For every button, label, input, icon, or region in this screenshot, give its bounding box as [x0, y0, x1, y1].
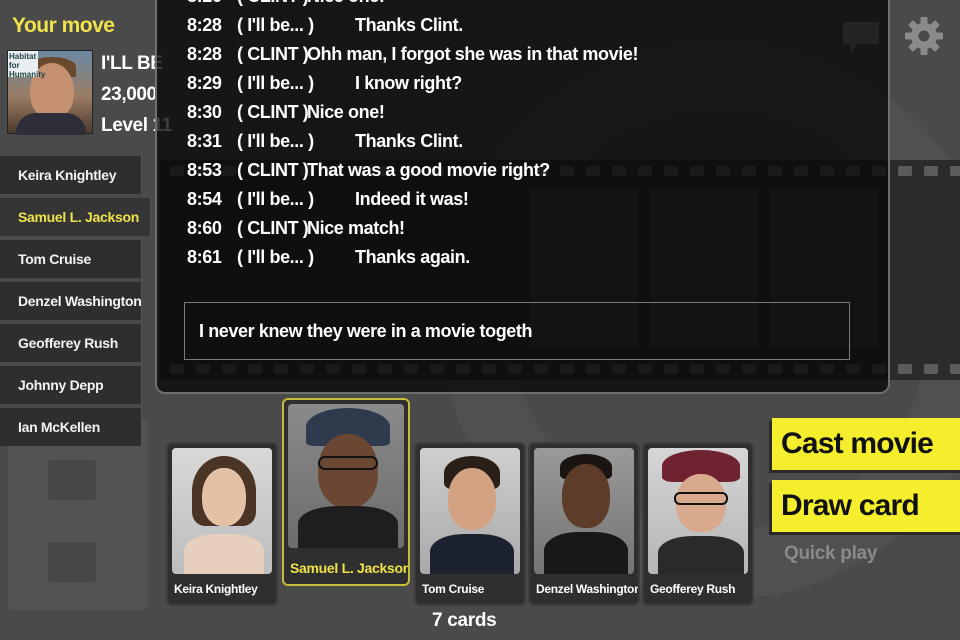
- chat-message-time: 8:31: [187, 131, 222, 151]
- chat-message-time: 8:61: [187, 247, 222, 267]
- chat-message-time: 8:53: [187, 160, 222, 180]
- chat-message: 8:61 ( I'll be... ) Thanks again.: [187, 244, 470, 270]
- chat-message-time: 8:54: [187, 189, 222, 209]
- chat-message-text: Ohh man, I forgot she was in that movie!: [307, 44, 639, 64]
- chat-message-time: 8:26: [187, 0, 237, 9]
- chat-message-time: 8:30: [187, 102, 222, 122]
- cast-list-item[interactable]: Geofferey Rush: [0, 324, 142, 362]
- chat-message-time: 8:60: [187, 218, 222, 238]
- gear-icon[interactable]: [904, 16, 944, 56]
- chat-message-text: Thanks Clint.: [355, 131, 463, 151]
- chat-message-sender: ( I'll be... ): [237, 189, 314, 209]
- chat-message-text: Nice match!: [307, 218, 405, 238]
- cast-list: Keira Knightley Samuel L. Jackson Tom Cr…: [0, 156, 152, 450]
- actor-card-selected[interactable]: Samuel L. Jackson: [282, 398, 410, 586]
- actor-card-label: Keira Knightley: [174, 582, 258, 596]
- chat-message: 8:54 ( I'll be... ) Indeed it was!: [187, 186, 469, 212]
- cast-list-item[interactable]: Ian McKellen: [0, 408, 142, 446]
- chat-message: 8:28 ( CLINT )Ohh man, I forgot she was i…: [187, 41, 638, 67]
- chat-message-text: Thanks again.: [355, 247, 470, 267]
- chat-message-sender: ( I'll be... ): [237, 131, 314, 151]
- chat-message-text: Nice one!: [307, 102, 385, 122]
- film-hole: [950, 364, 960, 374]
- chat-message: 8:53 ( CLINT )That was a good movie right…: [187, 157, 550, 183]
- chat-message-sender: ( I'll be... ): [237, 15, 314, 35]
- chat-message: 8:31 ( I'll be... ) Thanks Clint.: [187, 128, 463, 154]
- film-hole: [898, 364, 912, 374]
- film-hole: [924, 166, 938, 176]
- chat-message-time: 8:29: [187, 73, 222, 93]
- cast-movie-button[interactable]: Cast movie: [772, 418, 960, 470]
- film-hole: [898, 166, 912, 176]
- chat-message-sender: ( I'll be... ): [237, 73, 314, 93]
- chat-message-sender: ( CLINT ): [237, 44, 309, 64]
- chat-message-time: 8:28: [187, 15, 222, 35]
- chat-message: 8:30 ( CLINT )Nice one!: [187, 99, 385, 125]
- chat-message-text: Indeed it was!: [355, 189, 469, 209]
- chat-message-text: Nice one!: [307, 0, 385, 6]
- cast-list-item[interactable]: Tom Cruise: [0, 240, 142, 278]
- cast-list-item[interactable]: Johnny Depp: [0, 366, 142, 404]
- actor-card-label: Geofferey Rush: [650, 582, 736, 596]
- chat-panel: 8:26( CLINT )Nice one!8:28( I'll be... )…: [155, 0, 890, 394]
- chat-message-sender: ( CLINT ): [237, 218, 309, 238]
- film-hole: [950, 166, 960, 176]
- chat-message-time: 8:28: [187, 44, 222, 64]
- card-count: 7 cards: [432, 610, 497, 631]
- chat-message: 8:26( CLINT )Nice one!: [187, 0, 385, 9]
- cast-list-item-selected[interactable]: Samuel L. Jackson: [0, 198, 151, 236]
- card-hand: Keira Knightley Samuel L. Jackson Tom Cr…: [166, 398, 766, 608]
- chat-message: 8:28 ( I'll be... ) Thanks Clint.: [187, 12, 463, 38]
- chat-message-sender: ( I'll be... ): [237, 247, 314, 267]
- quick-play-button[interactable]: Quick play: [784, 543, 877, 565]
- avatar-sign: Habitat for Humanity: [8, 51, 46, 79]
- cast-list-item[interactable]: Denzel Washington: [0, 282, 142, 320]
- cast-list-item[interactable]: Keira Knightley: [0, 156, 142, 194]
- player-avatar[interactable]: Habitat for Humanity: [7, 50, 93, 135]
- chat-message-text: Thanks Clint.: [355, 15, 463, 35]
- actor-card[interactable]: Denzel Washington: [528, 442, 640, 606]
- chat-message-sender: ( CLINT ): [237, 102, 309, 122]
- actor-card[interactable]: Keira Knightley: [166, 442, 278, 606]
- actor-card-label: Tom Cruise: [422, 582, 485, 596]
- chat-message-text: That was a good movie right?: [307, 160, 550, 180]
- chat-message-text: I know right?: [355, 73, 462, 93]
- actor-card-label: Denzel Washington: [536, 582, 640, 596]
- actor-card-label: Samuel L. Jackson: [290, 560, 410, 576]
- actor-card[interactable]: Tom Cruise: [414, 442, 526, 606]
- draw-card-button[interactable]: Draw card: [772, 480, 960, 532]
- chat-message-sender: ( CLINT ): [237, 0, 309, 9]
- turn-indicator: Your move: [12, 14, 115, 37]
- chat-message: 8:29 ( I'll be... ) I know right?: [187, 70, 462, 96]
- film-hole: [924, 364, 938, 374]
- actor-card[interactable]: Geofferey Rush: [642, 442, 754, 606]
- chat-message: 8:60 ( CLINT )Nice match!: [187, 215, 405, 241]
- chat-input[interactable]: [184, 302, 850, 360]
- chat-message-sender: ( CLINT ): [237, 160, 309, 180]
